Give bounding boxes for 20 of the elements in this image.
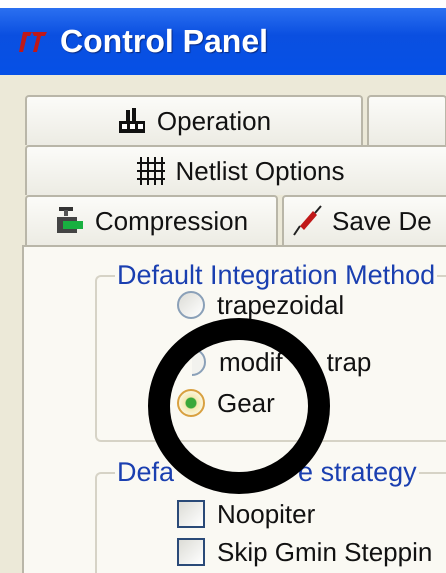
- tab[interactable]: Compression: [25, 195, 278, 245]
- checkbox[interactable]: [177, 500, 205, 528]
- checkbox[interactable]: [177, 538, 205, 566]
- grid-icon: [135, 155, 166, 187]
- radio-button[interactable]: [177, 291, 205, 319]
- option-label: modif: [219, 349, 283, 375]
- window-title: Control Panel: [60, 23, 268, 60]
- tab[interactable]: Operation: [25, 95, 363, 145]
- group-title: Default Integration Method: [117, 260, 436, 291]
- option-label: Skip Gmin Steppin: [217, 539, 432, 565]
- pen-icon: [292, 205, 322, 237]
- logo-icon: [18, 30, 48, 54]
- radio-button[interactable]: [177, 389, 205, 417]
- option-label: Gear: [217, 390, 275, 416]
- option-label: trap: [326, 349, 372, 375]
- option-label: trapezoidal: [217, 292, 344, 318]
- tab[interactable]: Netlist Options: [25, 145, 446, 195]
- option-label: Noopiter: [217, 501, 316, 527]
- group-title: Defa: [117, 457, 174, 488]
- tab[interactable]: Save De: [282, 195, 446, 245]
